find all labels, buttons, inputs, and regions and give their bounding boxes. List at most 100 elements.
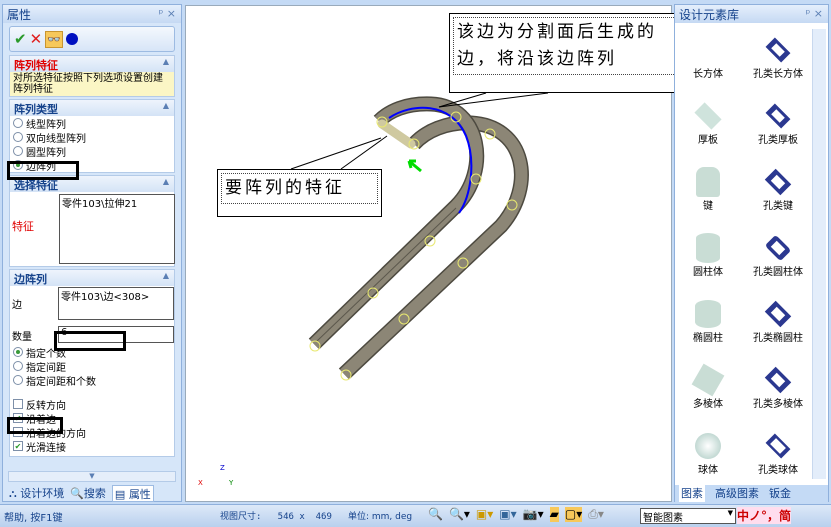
tab-properties[interactable]: ▤ 属性 xyxy=(111,485,154,502)
radio-linear[interactable]: 线型阵列 xyxy=(10,116,174,131)
library-item[interactable]: 孔类键 xyxy=(739,163,817,213)
ime-indicator[interactable]: 中ノ°，简 xyxy=(737,507,792,524)
hole-key-icon xyxy=(764,168,792,196)
properties-icon: ▤ xyxy=(114,488,126,501)
collapse-icon[interactable]: ▲ xyxy=(163,271,169,280)
library-tabs: 图素 高级图素 钣金 xyxy=(675,485,828,502)
zoom-dropdown-icon[interactable]: 🔍▾ xyxy=(449,507,470,522)
pin-icon[interactable]: ᵖ xyxy=(806,7,811,20)
library-item[interactable]: 厚板 xyxy=(677,97,739,147)
tab-design-env[interactable]: ⛬ 设计环境 xyxy=(9,485,64,502)
library-item[interactable]: 孔类球体 xyxy=(739,427,817,477)
cylinder-icon xyxy=(696,233,720,263)
library-item[interactable]: 球体 xyxy=(677,427,739,477)
library-item[interactable]: 圆柱体 xyxy=(677,229,739,279)
close-icon[interactable]: × xyxy=(814,7,823,20)
hint-text: 对所选特征按照下列选项设置创建阵列特征 xyxy=(10,72,174,96)
close-icon[interactable]: × xyxy=(167,7,176,20)
library-item[interactable]: 椭圆柱 xyxy=(677,295,739,345)
camera-icon[interactable]: 📷▾ xyxy=(523,507,544,522)
design-library-panel: 设计元素库 ᵖ × 长方体 孔类长方体 厚板 孔类厚板 键 孔类键 圆柱体 孔类圆… xyxy=(674,4,829,502)
section-select-feature: 选择特征 ▲ 特征 零件103\拉伸21 xyxy=(9,175,175,267)
tab-advanced[interactable]: 高级图素 xyxy=(715,485,759,502)
highlight-box xyxy=(7,417,63,434)
view-size: 视图尺寸: 546 x 469 xyxy=(220,512,332,522)
axis-triad: X Y Z xyxy=(198,464,234,487)
element-grid: 长方体 孔类长方体 厚板 孔类厚板 键 孔类键 圆柱体 孔类圆柱体 椭圆柱 孔类… xyxy=(675,23,828,477)
part-second xyxy=(338,115,529,380)
search-mode-select[interactable]: 智能图素 ▼ xyxy=(640,508,736,524)
display-mode-icon[interactable]: ▢▾ xyxy=(564,507,583,522)
hole-ellipse-icon xyxy=(764,300,792,328)
view-toolbar: 🔍 🔍▾ ▣▾ ▣▾ 📷▾ ▰ ▢▾ ⎙▾ xyxy=(428,507,604,522)
radio-bidirectional[interactable]: 双向线型阵列 xyxy=(10,130,174,145)
radio-specify-spacing[interactable]: 指定间距 xyxy=(10,359,170,374)
units: 单位: mm, deg xyxy=(348,512,413,522)
hole-slab-icon xyxy=(765,103,791,129)
scrollbar[interactable] xyxy=(812,29,826,479)
highlight-box xyxy=(54,331,126,351)
magnifier-icon: 🔍 xyxy=(70,487,84,500)
edge-label: 边 xyxy=(12,300,22,311)
library-item[interactable]: 孔类椭圆柱 xyxy=(739,295,817,345)
ellipse-cylinder-icon xyxy=(695,300,721,328)
iso-view-icon[interactable]: ▣▾ xyxy=(499,507,516,522)
collapse-icon[interactable]: ▲ xyxy=(163,101,169,110)
collapse-icon[interactable]: ▲ xyxy=(163,57,169,66)
scroll-down-button[interactable]: ▼ xyxy=(8,471,176,482)
section-header[interactable]: 阵列特征 ▲ xyxy=(10,56,174,72)
feature-label: 特征 xyxy=(12,220,34,233)
key-icon xyxy=(696,167,720,197)
print-icon[interactable]: ⎙▾ xyxy=(588,507,604,522)
edge-field[interactable]: 零件103\边<308> xyxy=(58,287,174,320)
cancel-x-icon[interactable]: ✕ xyxy=(30,30,43,48)
library-item[interactable]: 长方体 xyxy=(677,31,739,81)
direction-arrow xyxy=(407,159,422,173)
tab-basic[interactable]: 图素 xyxy=(679,485,705,502)
status-bar: 帮助, 按F1键 视图尺寸: 546 x 469 单位: mm, deg 🔍 🔍▾… xyxy=(0,504,831,527)
ok-check-icon[interactable]: ✔ xyxy=(14,30,27,48)
count-label: 数量 xyxy=(12,332,32,343)
panel-title: 属性 xyxy=(7,8,32,22)
zoom-icon[interactable]: 🔍 xyxy=(428,507,443,522)
shaded-icon[interactable]: ▰ xyxy=(549,507,559,522)
callout-feature-note: 要阵列的特征 xyxy=(217,169,382,217)
library-item[interactable]: 孔类厚板 xyxy=(739,97,817,147)
slab-icon xyxy=(694,102,722,130)
collapse-icon[interactable]: ▲ xyxy=(163,177,169,186)
section-header[interactable]: 边阵列 ▲ xyxy=(10,270,174,286)
tree-icon: ⛬ xyxy=(9,487,17,500)
tab-search[interactable]: 🔍搜索 xyxy=(70,485,106,502)
feature-cylinder xyxy=(377,119,416,149)
part-first xyxy=(308,96,485,350)
prism-icon xyxy=(691,363,725,397)
checkbox-reverse[interactable]: 反转方向 xyxy=(10,397,170,412)
3d-viewport[interactable]: 该边为分割面后生成的 边，将沿该边阵列 要阵列的特征 X Y Z xyxy=(185,5,718,502)
library-item[interactable]: 孔类长方体 xyxy=(739,31,817,81)
library-item[interactable]: 孔类多棱体 xyxy=(739,361,817,411)
sphere-icon xyxy=(695,433,721,459)
preview-glasses-icon[interactable]: 👓 xyxy=(45,30,63,48)
hole-cylinder-icon xyxy=(764,234,792,262)
panel-title-bar: 属性 ᵖ × xyxy=(3,5,181,23)
panel-tabs: ⛬ 设计环境 🔍搜索 ▤ 属性 xyxy=(3,485,181,502)
library-item[interactable]: 多棱体 xyxy=(677,361,739,411)
radio-circular[interactable]: 圆型阵列 xyxy=(10,144,174,159)
library-item[interactable]: 键 xyxy=(677,163,739,213)
action-toolbar: ✔ ✕ 👓 xyxy=(9,26,175,52)
hole-sphere-icon xyxy=(765,433,791,459)
view-cube-icon[interactable]: ▣▾ xyxy=(476,507,493,522)
library-item[interactable]: 孔类圆柱体 xyxy=(739,229,817,279)
help-text: 帮助, 按F1键 xyxy=(4,513,63,524)
radio-spacing-and-count[interactable]: 指定间距和个数 xyxy=(10,373,170,388)
apply-dot-icon[interactable] xyxy=(65,33,78,45)
pin-icon[interactable]: ᵖ xyxy=(159,7,164,20)
feature-list[interactable]: 零件103\拉伸21 xyxy=(59,194,175,264)
panel-title-bar: 设计元素库 ᵖ × xyxy=(675,5,828,23)
section-header[interactable]: 阵列类型 ▲ xyxy=(10,100,174,116)
hole-prism-icon xyxy=(764,366,792,394)
section-pattern-feature: 阵列特征 ▲ 对所选特征按照下列选项设置创建阵列特征 xyxy=(9,55,175,97)
hole-box-icon xyxy=(765,37,791,63)
tab-sheet-metal[interactable]: 钣金 xyxy=(769,485,791,502)
checkbox-smooth[interactable]: ✔ 光滑连接 xyxy=(10,439,170,454)
